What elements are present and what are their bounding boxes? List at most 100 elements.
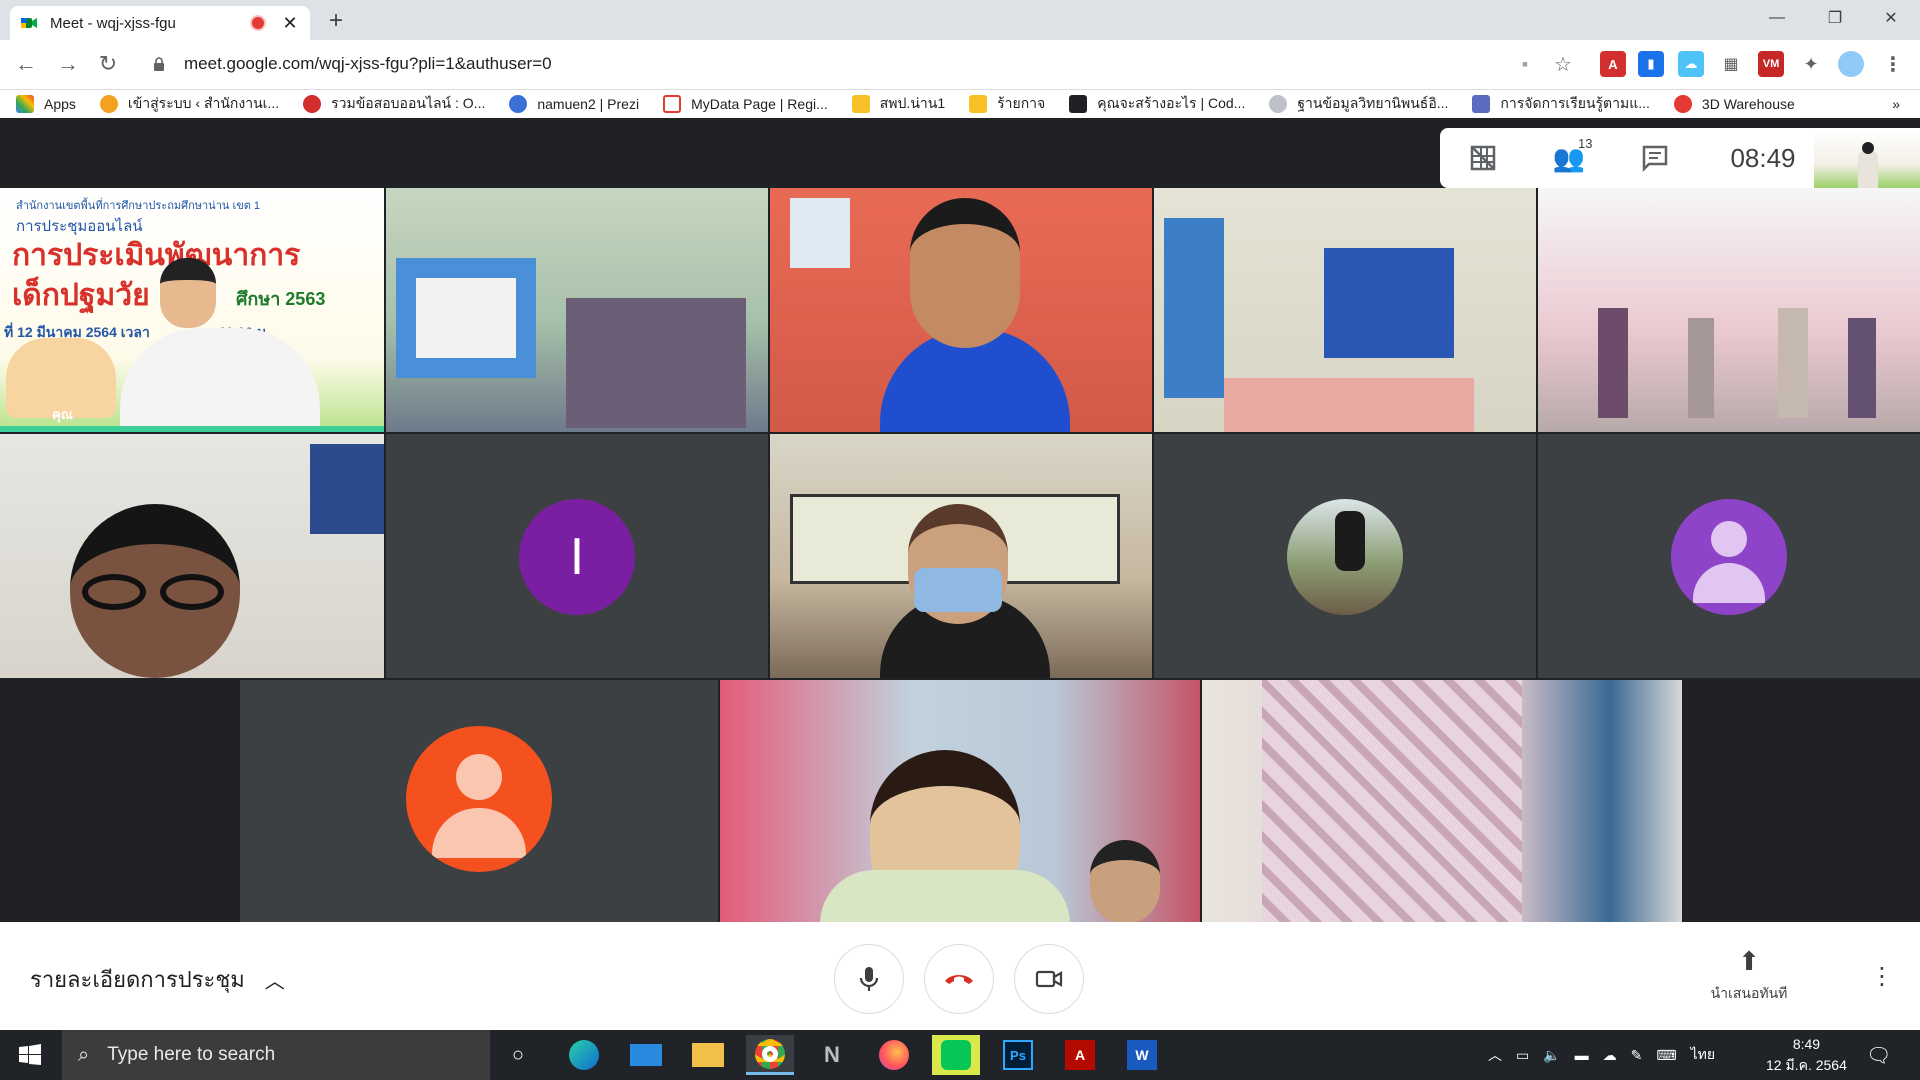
- cortana-icon[interactable]: ○: [494, 1035, 542, 1075]
- participant-tile-orange-avatar[interactable]: [240, 680, 718, 924]
- volume-icon[interactable]: 🔈: [1543, 1047, 1560, 1064]
- chrome-icon[interactable]: [746, 1035, 794, 1075]
- firefox-icon[interactable]: [870, 1035, 918, 1075]
- bookmark-item[interactable]: เข้าสู่ระบบ ‹ สำนักงานเ...: [99, 93, 279, 115]
- acrobat-extension-icon[interactable]: A: [1600, 51, 1626, 77]
- reload-icon[interactable]: ↻: [92, 48, 124, 80]
- participant-tile-mask[interactable]: [770, 434, 1152, 678]
- tab-title: Meet - wqj-xjss-fgu: [50, 14, 176, 32]
- back-arrow-icon[interactable]: ←: [10, 48, 42, 80]
- url-text: meet.google.com/wqj-xjss-fgu?pli=1&authu…: [184, 54, 552, 73]
- new-tab-button[interactable]: +: [320, 6, 352, 36]
- restore-button[interactable]: ❐: [1806, 0, 1864, 36]
- close-window-button[interactable]: ✕: [1862, 0, 1920, 36]
- bookmark-item[interactable]: รวมข้อสอบออนไลน์ : O...: [303, 93, 485, 115]
- participants-button[interactable]: 👥 13: [1526, 128, 1612, 188]
- prezi-favicon-icon: [509, 95, 528, 113]
- participant-tile-photo-avatar[interactable]: [1154, 434, 1536, 678]
- tab-meet[interactable]: Meet - wqj-xjss-fgu ✕: [10, 6, 310, 40]
- edge-icon[interactable]: [560, 1035, 608, 1075]
- address-bar[interactable]: meet.google.com/wqj-xjss-fgu?pli=1&authu…: [142, 46, 1512, 82]
- keyboard-icon[interactable]: ⌨: [1656, 1047, 1676, 1064]
- participant-tile-default-avatar[interactable]: [1538, 434, 1920, 678]
- avatar: [406, 726, 552, 872]
- battery-icon[interactable]: ▬: [1575, 1047, 1589, 1063]
- word-icon[interactable]: W: [1118, 1035, 1166, 1075]
- code-org-favicon-icon: [1069, 95, 1088, 113]
- bookmark-item[interactable]: ฐานข้อมูลวิทยานิพนธ์อิ...: [1269, 93, 1448, 115]
- participant-tile-board[interactable]: [1154, 188, 1536, 432]
- bookmarks-overflow-button[interactable]: »: [1892, 96, 1900, 112]
- windows-taskbar: ⌕ Type here to search ○ N Ps A W ︿ ▭ 🔈 ▬…: [0, 1030, 1920, 1080]
- presenter-head: [160, 258, 216, 328]
- meeting-details-button[interactable]: รายละเอียดการประชุม ︿: [30, 962, 285, 997]
- file-explorer-icon[interactable]: [684, 1035, 732, 1075]
- self-view-thumbnail[interactable]: [1814, 128, 1920, 188]
- bookmark-extension-icon[interactable]: ▮: [1638, 51, 1664, 77]
- camera-blocked-icon[interactable]: ▪: [1512, 51, 1538, 77]
- bookmark-star-icon[interactable]: ☆: [1550, 51, 1576, 77]
- bookmark-favicon-icon: [663, 95, 682, 113]
- banner-line1: สำนักงานเขตพื้นที่การศึกษาประถมศึกษาน่าน…: [16, 200, 261, 212]
- camera-button[interactable]: [1014, 944, 1084, 1014]
- participant-tile-dress[interactable]: [1202, 680, 1682, 924]
- layout-grid-icon[interactable]: [1440, 128, 1526, 188]
- microphone-icon: [859, 967, 879, 991]
- start-button[interactable]: [0, 1030, 60, 1080]
- microphone-button[interactable]: [834, 944, 904, 1014]
- pen-icon[interactable]: ✎: [1631, 1047, 1643, 1064]
- extensions-puzzle-icon[interactable]: ✦: [1798, 51, 1824, 77]
- bookmark-item[interactable]: Apps: [16, 95, 76, 113]
- taskbar-search-box[interactable]: ⌕ Type here to search: [62, 1030, 490, 1080]
- line-app-icon[interactable]: [932, 1035, 980, 1075]
- minimize-button[interactable]: —: [1748, 0, 1806, 36]
- meet-now-icon[interactable]: ▭: [1516, 1047, 1529, 1064]
- onedrive-cloud-icon[interactable]: ☁: [1603, 1047, 1617, 1064]
- forward-arrow-icon[interactable]: →: [52, 48, 84, 80]
- bookmark-item[interactable]: MyData Page | Regi...: [663, 95, 828, 113]
- bookmark-item[interactable]: 3D Warehouse: [1673, 95, 1795, 113]
- tab-close-icon[interactable]: ✕: [280, 13, 300, 34]
- show-hidden-icons-icon[interactable]: ︿: [1488, 1045, 1502, 1065]
- tab-strip: Meet - wqj-xjss-fgu ✕ + — ❐ ✕: [0, 0, 1920, 40]
- photoshop-icon[interactable]: Ps: [994, 1035, 1042, 1075]
- extension-cloud-icon[interactable]: ☁: [1678, 51, 1704, 77]
- notifications-icon[interactable]: 🗨: [1866, 1030, 1891, 1080]
- bookmark-item[interactable]: namuen2 | Prezi: [509, 95, 639, 113]
- participant-tile-pink-class[interactable]: [1538, 188, 1920, 432]
- mail-icon[interactable]: [622, 1035, 670, 1075]
- chat-button[interactable]: [1612, 128, 1698, 188]
- participant-tile-glasses[interactable]: [0, 434, 384, 678]
- grid-extension-icon[interactable]: ▦: [1718, 51, 1744, 77]
- avatar: I: [519, 499, 635, 615]
- system-tray: ︿ ▭ 🔈 ▬ ☁ ✎ ⌨ ไทย: [1488, 1030, 1715, 1080]
- leave-call-button[interactable]: [924, 944, 994, 1014]
- bookmark-item[interactable]: คุณจะสร้างอะไร | Cod...: [1069, 93, 1245, 115]
- profile-avatar[interactable]: [1838, 51, 1864, 77]
- participant-tile-presenter[interactable]: สำนักงานเขตพื้นที่การศึกษาประถมศึกษาน่าน…: [0, 188, 384, 432]
- bookmark-item[interactable]: การจัดการเรียนรู้ตามแ...: [1472, 93, 1650, 115]
- video-extension-icon[interactable]: VM: [1758, 51, 1784, 77]
- input-language[interactable]: ไทย: [1691, 1044, 1715, 1066]
- folder-icon: [969, 95, 988, 113]
- bookmarks-bar: Apps เข้าสู่ระบบ ‹ สำนักงานเ... รวมข้อสอ…: [0, 90, 1920, 118]
- system-date: 12 มี.ค. 2564: [1766, 1057, 1847, 1073]
- bookmark-folder[interactable]: สพป.น่าน1: [851, 93, 945, 115]
- 3d-warehouse-favicon-icon: [1673, 95, 1692, 113]
- participant-tile-blue-shirt[interactable]: [770, 188, 1152, 432]
- more-options-icon[interactable]: ⋮: [1870, 962, 1894, 991]
- recording-indicator-icon: [252, 17, 264, 29]
- bookmark-folder[interactable]: ร้ายกาจ: [969, 93, 1045, 115]
- present-now-button[interactable]: ⬆ นำเสนอทันที: [1694, 946, 1804, 1005]
- participant-tile-avatar-i[interactable]: I: [386, 434, 768, 678]
- browser-toolbar: ← → ↻ meet.google.com/wqj-xjss-fgu?pli=1…: [0, 40, 1920, 90]
- system-clock[interactable]: 8:49 12 มี.ค. 2564: [1766, 1034, 1847, 1076]
- bookmark-favicon-icon: [1269, 95, 1288, 113]
- acrobat-icon[interactable]: A: [1056, 1035, 1104, 1075]
- notion-icon[interactable]: N: [808, 1035, 856, 1075]
- participant-tile-bookshelf[interactable]: [720, 680, 1200, 924]
- browser-menu-icon[interactable]: ⋮: [1880, 51, 1906, 77]
- meet-favicon-icon: [21, 18, 37, 28]
- participant-tile-classroom[interactable]: [386, 188, 768, 432]
- folder-icon: [851, 95, 870, 113]
